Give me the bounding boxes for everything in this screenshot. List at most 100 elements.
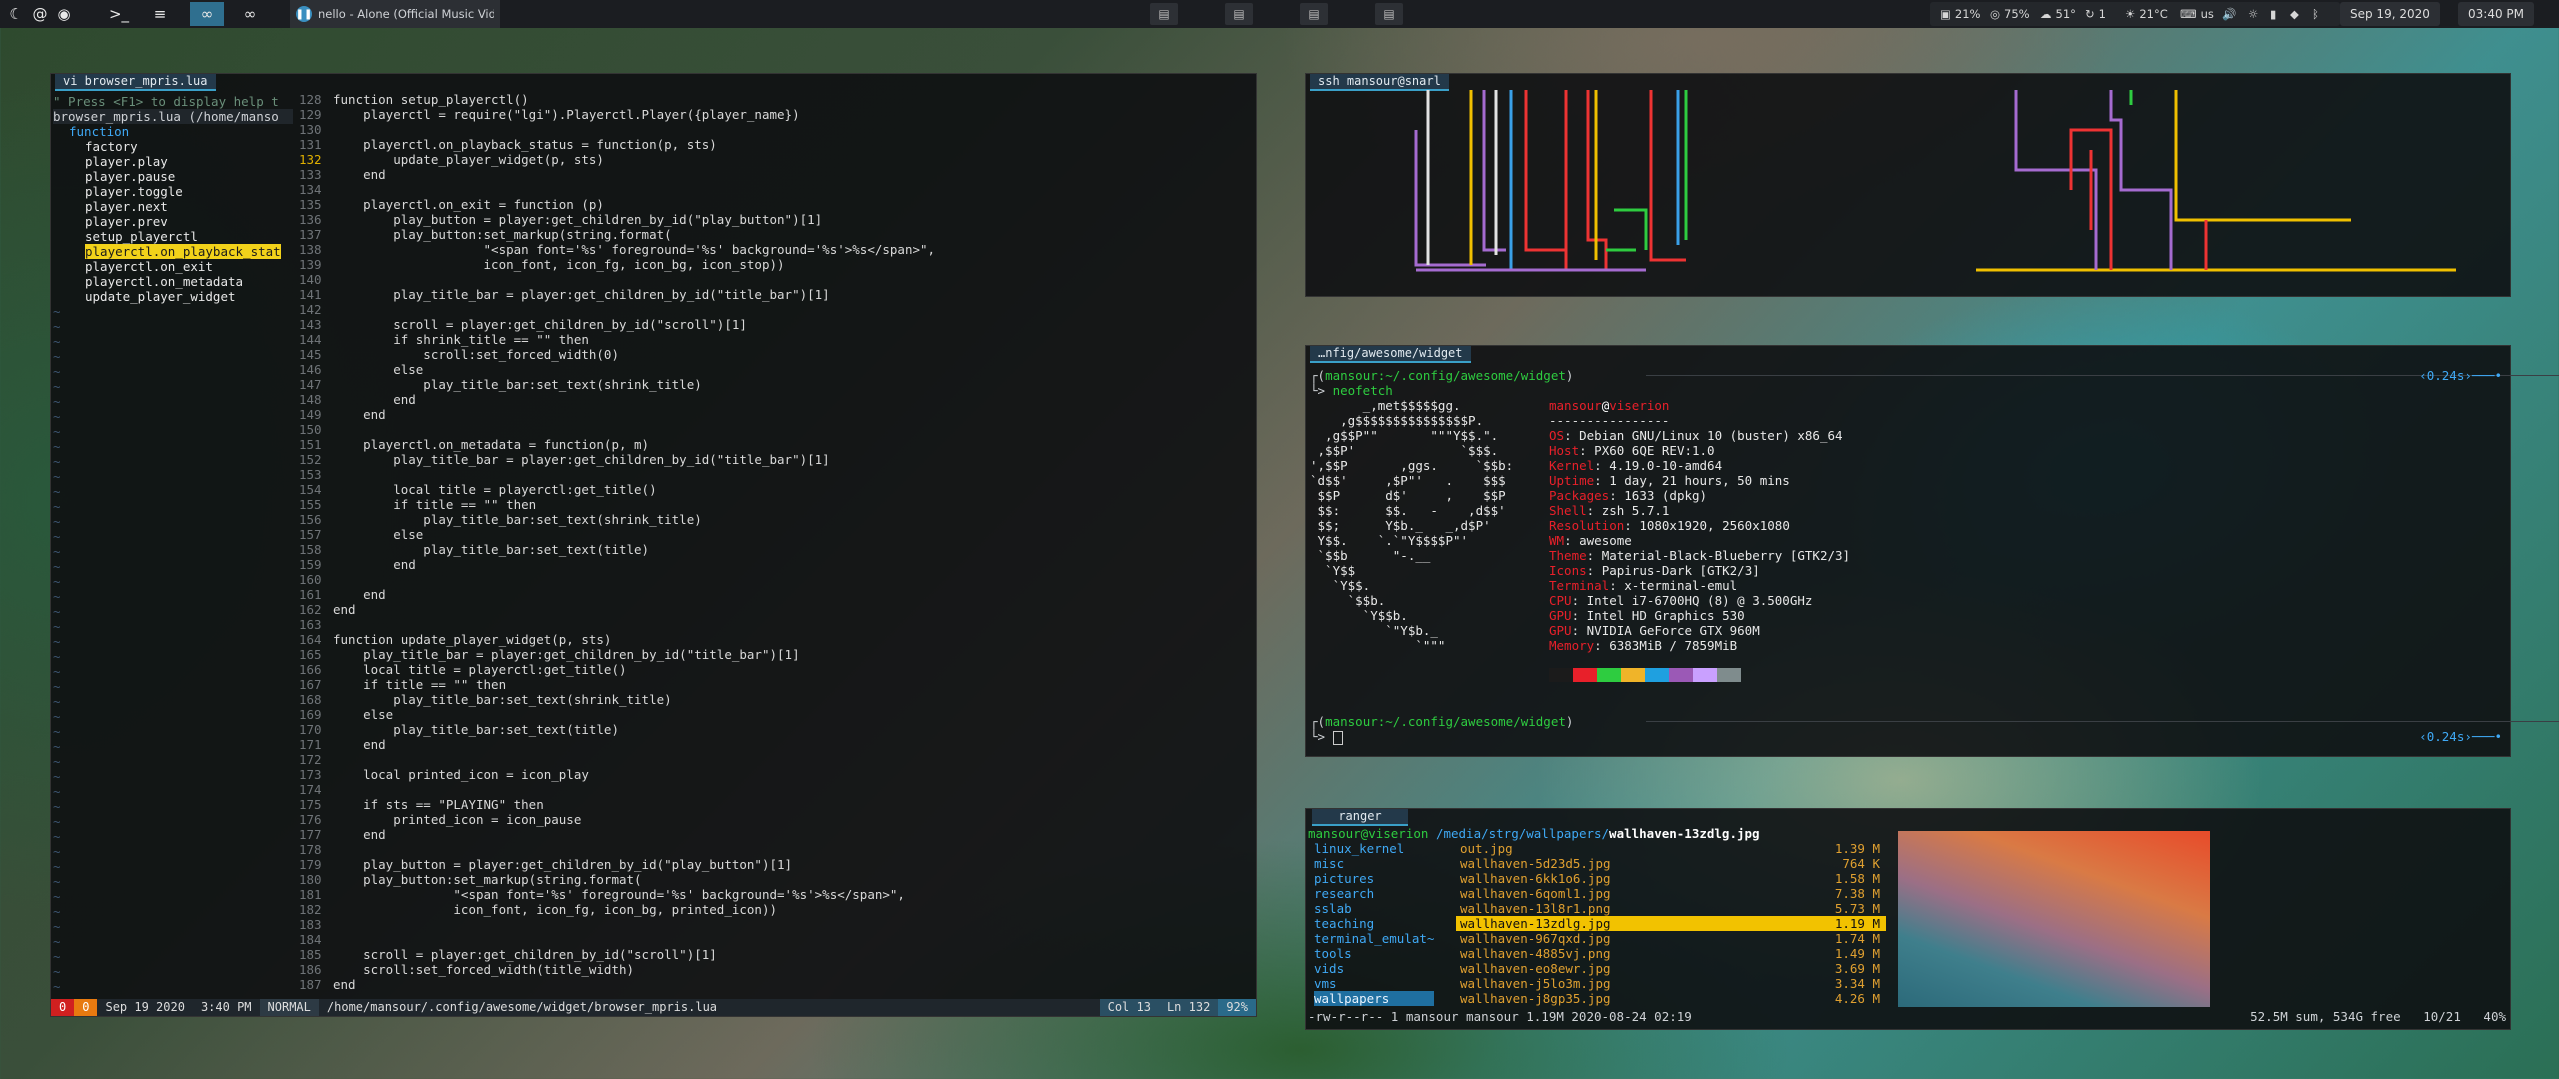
tagbar-item[interactable]: playerctl.on_playback_stat bbox=[85, 244, 281, 259]
code-line[interactable]: 143 scroll = player:get_children_by_id("… bbox=[299, 317, 747, 332]
code-line[interactable]: 144 if shrink_title == "" then bbox=[299, 332, 589, 347]
snarl-tab-title[interactable]: ssh mansour@snarl bbox=[1310, 74, 1449, 91]
directory-item[interactable]: wallpapers bbox=[1314, 991, 1434, 1006]
code-line[interactable]: 186 scroll:set_forced_width(title_width) bbox=[299, 962, 634, 977]
wifi-icon[interactable]: ◆ bbox=[2290, 3, 2299, 25]
directory-item[interactable]: teaching bbox=[1314, 916, 1374, 931]
file-row[interactable]: wallhaven-eo8ewr.jpg 3.69 M bbox=[1456, 961, 1886, 976]
tagbar-item[interactable]: setup_playerctl bbox=[85, 229, 198, 244]
code-line[interactable]: 184 bbox=[299, 932, 333, 947]
pause-icon[interactable]: ❚❚ bbox=[296, 6, 312, 22]
file-row[interactable]: wallhaven-j5lo3m.jpg 3.34 M bbox=[1456, 976, 1886, 991]
code-line[interactable]: 141 play_title_bar = player:get_children… bbox=[299, 287, 830, 302]
code-line[interactable]: 185 scroll = player:get_children_by_id("… bbox=[299, 947, 717, 962]
code-line[interactable]: 148 end bbox=[299, 392, 416, 407]
tagbar-group-function[interactable]: function bbox=[69, 124, 129, 139]
tagbar-item[interactable]: playerctl.on_exit bbox=[85, 259, 213, 274]
code-line[interactable]: 139 icon_font, icon_fg, icon_bg, icon_st… bbox=[299, 257, 785, 272]
task-music-player[interactable]: ❚❚ nello - Alone (Official Music Vide bbox=[290, 0, 500, 28]
directory-item[interactable]: linux_kernel bbox=[1314, 841, 1404, 856]
code-line[interactable]: 162 end bbox=[299, 602, 356, 617]
code-line[interactable]: 177 end bbox=[299, 827, 386, 842]
bluetooth-icon[interactable]: ᛒ bbox=[2312, 3, 2319, 25]
code-line[interactable]: 145 scroll:set_forced_width(0) bbox=[299, 347, 619, 362]
code-line[interactable]: 132 update_player_widget(p, sts) bbox=[299, 152, 604, 167]
code-line[interactable]: 174 bbox=[299, 782, 333, 797]
code-line[interactable]: 183 bbox=[299, 917, 333, 932]
tagbar-item[interactable]: player.pause bbox=[85, 169, 175, 184]
code-line[interactable]: 180 play_button:set_markup(string.format… bbox=[299, 872, 642, 887]
code-line[interactable]: 169 else bbox=[299, 707, 393, 722]
code-line[interactable]: 159 end bbox=[299, 557, 416, 572]
workspace-2[interactable]: ▤ bbox=[1225, 3, 1253, 25]
keyboard-layout[interactable]: ⌨ us bbox=[2180, 3, 2214, 25]
code-line[interactable]: 130 bbox=[299, 122, 333, 137]
directory-item[interactable]: tools bbox=[1314, 946, 1352, 961]
code-line[interactable]: 160 bbox=[299, 572, 333, 587]
code-line[interactable]: 182 icon_font, icon_fg, icon_bg, printed… bbox=[299, 902, 777, 917]
code-line[interactable]: 168 play_title_bar:set_text(shrink_title… bbox=[299, 692, 672, 707]
ssh-snarl-window[interactable]: ssh mansour@snarl bbox=[1305, 73, 2511, 297]
workspace-1[interactable]: ▤ bbox=[1150, 3, 1178, 25]
notes-tag-icon[interactable]: ≡ bbox=[148, 2, 172, 26]
tagbar-item[interactable]: player.play bbox=[85, 154, 168, 169]
tagbar-item[interactable]: player.next bbox=[85, 199, 168, 214]
code-line[interactable]: 166 local title = playerctl:get_title() bbox=[299, 662, 627, 677]
terminal-tag-icon[interactable]: >_ bbox=[107, 2, 131, 26]
code-line[interactable]: 131 playerctl.on_playback_status = funct… bbox=[299, 137, 717, 152]
battery-icon[interactable]: ▮ bbox=[2270, 3, 2276, 25]
code-line[interactable]: 146 else bbox=[299, 362, 423, 377]
file-row[interactable]: wallhaven-13l8r1.png 5.73 M bbox=[1456, 901, 1886, 916]
directory-item[interactable]: sslab bbox=[1314, 901, 1352, 916]
date-widget[interactable]: Sep 19, 2020 bbox=[2340, 2, 2440, 26]
vim-tab-title[interactable]: vi browser_mpris.lua bbox=[55, 74, 216, 91]
neofetch-terminal-window[interactable]: …nfig/awesome/widget ┌(mansour:~/.config… bbox=[1305, 345, 2559, 757]
active-tag-icon[interactable]: ∞ bbox=[190, 2, 224, 26]
directory-item[interactable]: research bbox=[1314, 886, 1374, 901]
code-line[interactable]: 138 "<span font='%s' foreground='%s' bac… bbox=[299, 242, 935, 257]
file-row[interactable]: wallhaven-6kk1o6.jpg 1.58 M bbox=[1456, 871, 1886, 886]
file-row[interactable]: wallhaven-6qoml1.jpg 7.38 M bbox=[1456, 886, 1886, 901]
directory-item[interactable]: terminal_emulat~ bbox=[1314, 931, 1434, 946]
tagbar-item[interactable]: update_player_widget bbox=[85, 289, 236, 304]
code-line[interactable]: 153 bbox=[299, 467, 333, 482]
code-line[interactable]: 181 "<span font='%s' foreground='%s' bac… bbox=[299, 887, 905, 902]
vim-window[interactable]: vi browser_mpris.lua " Press <F1> to dis… bbox=[50, 73, 1257, 1017]
code-line[interactable]: 133 end bbox=[299, 167, 386, 182]
ranger-window[interactable]: ranger mansour@viserion /media/strg/wall… bbox=[1305, 808, 2511, 1030]
code-line[interactable]: 149 end bbox=[299, 407, 386, 422]
neofetch-tab-title[interactable]: …nfig/awesome/widget bbox=[1310, 346, 1471, 363]
code-line[interactable]: 164 function update_player_widget(p, sts) bbox=[299, 632, 611, 647]
code-line[interactable]: 163 bbox=[299, 617, 333, 632]
input-line[interactable]: └> bbox=[1310, 729, 1343, 745]
browser-icon[interactable]: ◉ bbox=[52, 2, 76, 26]
file-row[interactable]: wallhaven-5d23d5.jpg 764 K bbox=[1456, 856, 1886, 871]
workspace-4[interactable]: ▤ bbox=[1375, 3, 1403, 25]
directory-item[interactable]: pictures bbox=[1314, 871, 1374, 886]
file-row[interactable]: out.jpg 1.39 M bbox=[1456, 841, 1886, 856]
code-line[interactable]: 134 bbox=[299, 182, 333, 197]
tagbar-item[interactable]: factory bbox=[85, 139, 138, 154]
code-line[interactable]: 175 if sts == "PLAYING" then bbox=[299, 797, 544, 812]
code-line[interactable]: 147 play_title_bar:set_text(shrink_title… bbox=[299, 377, 702, 392]
code-line[interactable]: 155 if title == "" then bbox=[299, 497, 536, 512]
code-line[interactable]: 136 play_button = player:get_children_by… bbox=[299, 212, 822, 227]
code-line[interactable]: 142 bbox=[299, 302, 333, 317]
workspace-3[interactable]: ▤ bbox=[1300, 3, 1328, 25]
code-line[interactable]: 128 function setup_playerctl() bbox=[299, 92, 529, 107]
brightness-icon[interactable]: ☼ bbox=[2248, 3, 2258, 25]
file-row[interactable]: wallhaven-967qxd.jpg 1.74 M bbox=[1456, 931, 1886, 946]
code-line[interactable]: 150 bbox=[299, 422, 333, 437]
tagbar-item[interactable]: player.prev bbox=[85, 214, 168, 229]
directory-item[interactable]: vids bbox=[1314, 961, 1344, 976]
code-editor[interactable]: 128 function setup_playerctl() 129 playerc… bbox=[299, 92, 1249, 992]
code-line[interactable]: 156 play_title_bar:set_text(shrink_title… bbox=[299, 512, 702, 527]
code-line[interactable]: 170 play_title_bar:set_text(title) bbox=[299, 722, 619, 737]
ranger-tab-title[interactable]: ranger bbox=[1312, 809, 1408, 826]
code-line[interactable]: 152 play_title_bar = player:get_children… bbox=[299, 452, 830, 467]
code-line[interactable]: 129 playerctl = require("lgi").Playerctl… bbox=[299, 107, 800, 122]
tagbar-item[interactable]: playerctl.on_metadata bbox=[85, 274, 243, 289]
code-line[interactable]: 137 play_button:set_markup(string.format… bbox=[299, 227, 672, 242]
clock-widget[interactable]: 03:40 PM bbox=[2458, 2, 2534, 26]
code-line[interactable]: 135 playerctl.on_exit = function (p) bbox=[299, 197, 604, 212]
